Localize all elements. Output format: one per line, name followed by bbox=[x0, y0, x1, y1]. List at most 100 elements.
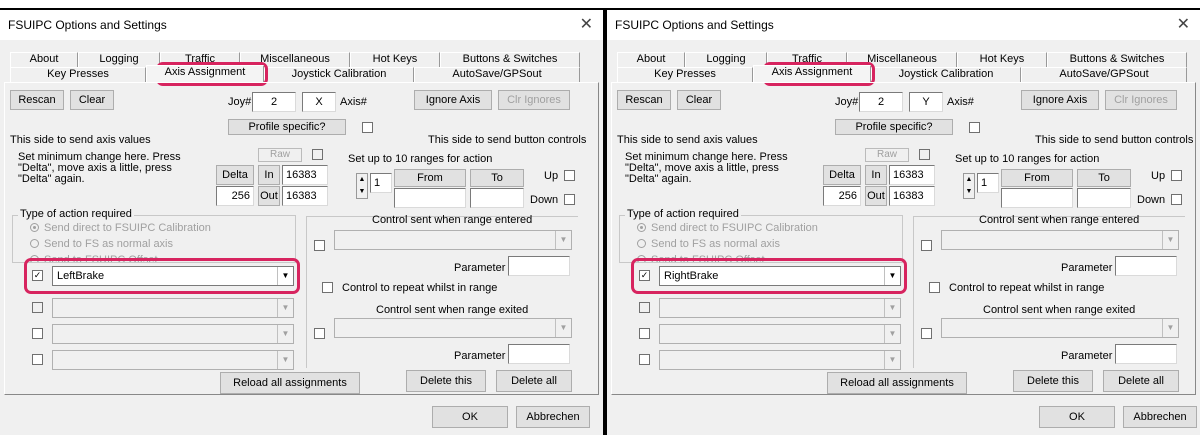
ok-button[interactable]: OK bbox=[432, 406, 508, 428]
chevron-down-icon[interactable]: ▼ bbox=[1162, 319, 1178, 337]
chevron-down-icon[interactable]: ▼ bbox=[555, 319, 571, 337]
assignment-checkbox-3[interactable] bbox=[32, 328, 43, 339]
delete-this-button[interactable]: Delete this bbox=[1013, 370, 1093, 392]
tab-key-presses[interactable]: Key Presses bbox=[10, 67, 146, 82]
min-change-instructions: Set minimum change here. Press "Delta", … bbox=[18, 151, 181, 185]
repeat-checkbox[interactable] bbox=[929, 282, 940, 293]
tab-autosave-gpsout[interactable]: AutoSave/GPSout bbox=[414, 67, 580, 82]
axis-control-dropdown-3[interactable]: ▼ bbox=[52, 324, 294, 344]
profile-specific-checkbox[interactable] bbox=[362, 122, 373, 133]
entered-control-dropdown[interactable]: ▼ bbox=[334, 230, 572, 250]
axis-control-dropdown-2[interactable]: ▼ bbox=[659, 298, 901, 318]
tab-hot-keys[interactable]: Hot Keys bbox=[957, 52, 1047, 67]
tab-autosave-gpsout[interactable]: AutoSave/GPSout bbox=[1021, 67, 1187, 82]
close-icon[interactable]: ✕ bbox=[1177, 14, 1190, 34]
delete-all-button[interactable]: Delete all bbox=[496, 370, 572, 392]
assignment-checkbox-2[interactable] bbox=[639, 302, 650, 313]
range-spinner[interactable]: ▲ ▼ bbox=[963, 173, 975, 199]
down-checkbox[interactable] bbox=[564, 194, 575, 205]
exited-parameter-field[interactable] bbox=[508, 344, 570, 364]
entered-parameter-field[interactable] bbox=[508, 256, 570, 276]
reload-assignments-button[interactable]: Reload all assignments bbox=[827, 372, 967, 394]
delete-this-button[interactable]: Delete this bbox=[406, 370, 486, 392]
entered-control-dropdown[interactable]: ▼ bbox=[941, 230, 1179, 250]
profile-specific-button[interactable]: Profile specific? bbox=[835, 119, 953, 135]
exited-control-dropdown[interactable]: ▼ bbox=[941, 318, 1179, 338]
cancel-button[interactable]: Abbrechen bbox=[516, 406, 590, 428]
from-button[interactable]: From bbox=[394, 169, 466, 187]
assignment-checkbox-4[interactable] bbox=[32, 354, 43, 365]
clear-button[interactable]: Clear bbox=[677, 90, 721, 110]
delta-value-field[interactable]: 256 bbox=[823, 186, 861, 206]
axis-control-dropdown-3[interactable]: ▼ bbox=[659, 324, 901, 344]
ignore-axis-button[interactable]: Ignore Axis bbox=[414, 90, 492, 110]
tab-axis-assignment[interactable]: Axis Assignment bbox=[146, 65, 264, 82]
range-number-field: 1 bbox=[370, 173, 392, 193]
chevron-down-icon[interactable]: ▼ bbox=[277, 351, 293, 369]
radio-direct-label: Send direct to FSUIPC Calibration bbox=[651, 222, 818, 234]
profile-specific-checkbox[interactable] bbox=[969, 122, 980, 133]
entered-checkbox[interactable] bbox=[314, 240, 325, 251]
joy-label: Joy# bbox=[835, 96, 859, 108]
profile-specific-button[interactable]: Profile specific? bbox=[228, 119, 346, 135]
tab-buttons-switches[interactable]: Buttons & Switches bbox=[440, 52, 580, 67]
entered-checkbox[interactable] bbox=[921, 240, 932, 251]
assignment-checkbox-4[interactable] bbox=[639, 354, 650, 365]
tab-joystick-calibration[interactable]: Joystick Calibration bbox=[264, 67, 414, 82]
up-checkbox[interactable] bbox=[1171, 170, 1182, 181]
delete-all-button[interactable]: Delete all bbox=[1103, 370, 1179, 392]
clear-button[interactable]: Clear bbox=[70, 90, 114, 110]
to-value-field[interactable] bbox=[1077, 188, 1131, 208]
chevron-down-icon[interactable]: ▼ bbox=[1162, 231, 1178, 249]
delta-button[interactable]: Delta bbox=[823, 165, 861, 185]
chevron-down-icon[interactable]: ▼ bbox=[555, 231, 571, 249]
assignment-checkbox-3[interactable] bbox=[639, 328, 650, 339]
ok-button[interactable]: OK bbox=[1039, 406, 1115, 428]
tab-hot-keys[interactable]: Hot Keys bbox=[350, 52, 440, 67]
button-side-label: This side to send button controls bbox=[428, 134, 587, 146]
reload-assignments-button[interactable]: Reload all assignments bbox=[220, 372, 360, 394]
rescan-button[interactable]: Rescan bbox=[617, 90, 671, 110]
title-bar: FSUIPC Options and Settings ✕ bbox=[0, 10, 603, 40]
from-value-field[interactable] bbox=[394, 188, 466, 208]
axis-control-dropdown-4[interactable]: ▼ bbox=[52, 350, 294, 370]
tab-axis-assignment[interactable]: Axis Assignment bbox=[753, 65, 871, 82]
repeat-label: Control to repeat whilst in range bbox=[342, 282, 498, 294]
range-spinner[interactable]: ▲ ▼ bbox=[356, 173, 368, 199]
chevron-down-icon[interactable]: ▼ bbox=[277, 299, 293, 317]
axis-control-dropdown-2[interactable]: ▼ bbox=[52, 298, 294, 318]
chevron-down-icon[interactable]: ▼ bbox=[884, 325, 900, 343]
out-label: Out bbox=[865, 186, 887, 206]
axis-control-dropdown-4[interactable]: ▼ bbox=[659, 350, 901, 370]
chevron-down-icon[interactable]: ▼ bbox=[277, 325, 293, 343]
tab-key-presses[interactable]: Key Presses bbox=[617, 67, 753, 82]
down-checkbox[interactable] bbox=[1171, 194, 1182, 205]
chevron-down-icon[interactable]: ▼ bbox=[884, 351, 900, 369]
from-button[interactable]: From bbox=[1001, 169, 1073, 187]
exited-control-dropdown[interactable]: ▼ bbox=[334, 318, 572, 338]
exited-checkbox[interactable] bbox=[314, 328, 325, 339]
tab-joystick-calibration[interactable]: Joystick Calibration bbox=[871, 67, 1021, 82]
tab-buttons-switches[interactable]: Buttons & Switches bbox=[1047, 52, 1187, 67]
entered-parameter-field[interactable] bbox=[1115, 256, 1177, 276]
to-button[interactable]: To bbox=[1077, 169, 1131, 187]
cancel-button[interactable]: Abbrechen bbox=[1123, 406, 1197, 428]
exited-checkbox[interactable] bbox=[921, 328, 932, 339]
chevron-down-icon[interactable]: ▼ bbox=[884, 299, 900, 317]
rescan-button[interactable]: Rescan bbox=[10, 90, 64, 110]
exited-parameter-field[interactable] bbox=[1115, 344, 1177, 364]
from-value-field[interactable] bbox=[1001, 188, 1073, 208]
ignore-axis-button[interactable]: Ignore Axis bbox=[1021, 90, 1099, 110]
to-value-field[interactable] bbox=[470, 188, 524, 208]
tab-about[interactable]: About bbox=[617, 52, 685, 67]
delta-value-field[interactable]: 256 bbox=[216, 186, 254, 206]
to-button[interactable]: To bbox=[470, 169, 524, 187]
exited-parameter-label: Parameter bbox=[454, 350, 506, 362]
window-title: FSUIPC Options and Settings bbox=[8, 18, 167, 32]
assignment-checkbox-2[interactable] bbox=[32, 302, 43, 313]
tab-about[interactable]: About bbox=[10, 52, 78, 67]
close-icon[interactable]: ✕ bbox=[580, 14, 593, 34]
delta-button[interactable]: Delta bbox=[216, 165, 254, 185]
repeat-checkbox[interactable] bbox=[322, 282, 333, 293]
up-checkbox[interactable] bbox=[564, 170, 575, 181]
